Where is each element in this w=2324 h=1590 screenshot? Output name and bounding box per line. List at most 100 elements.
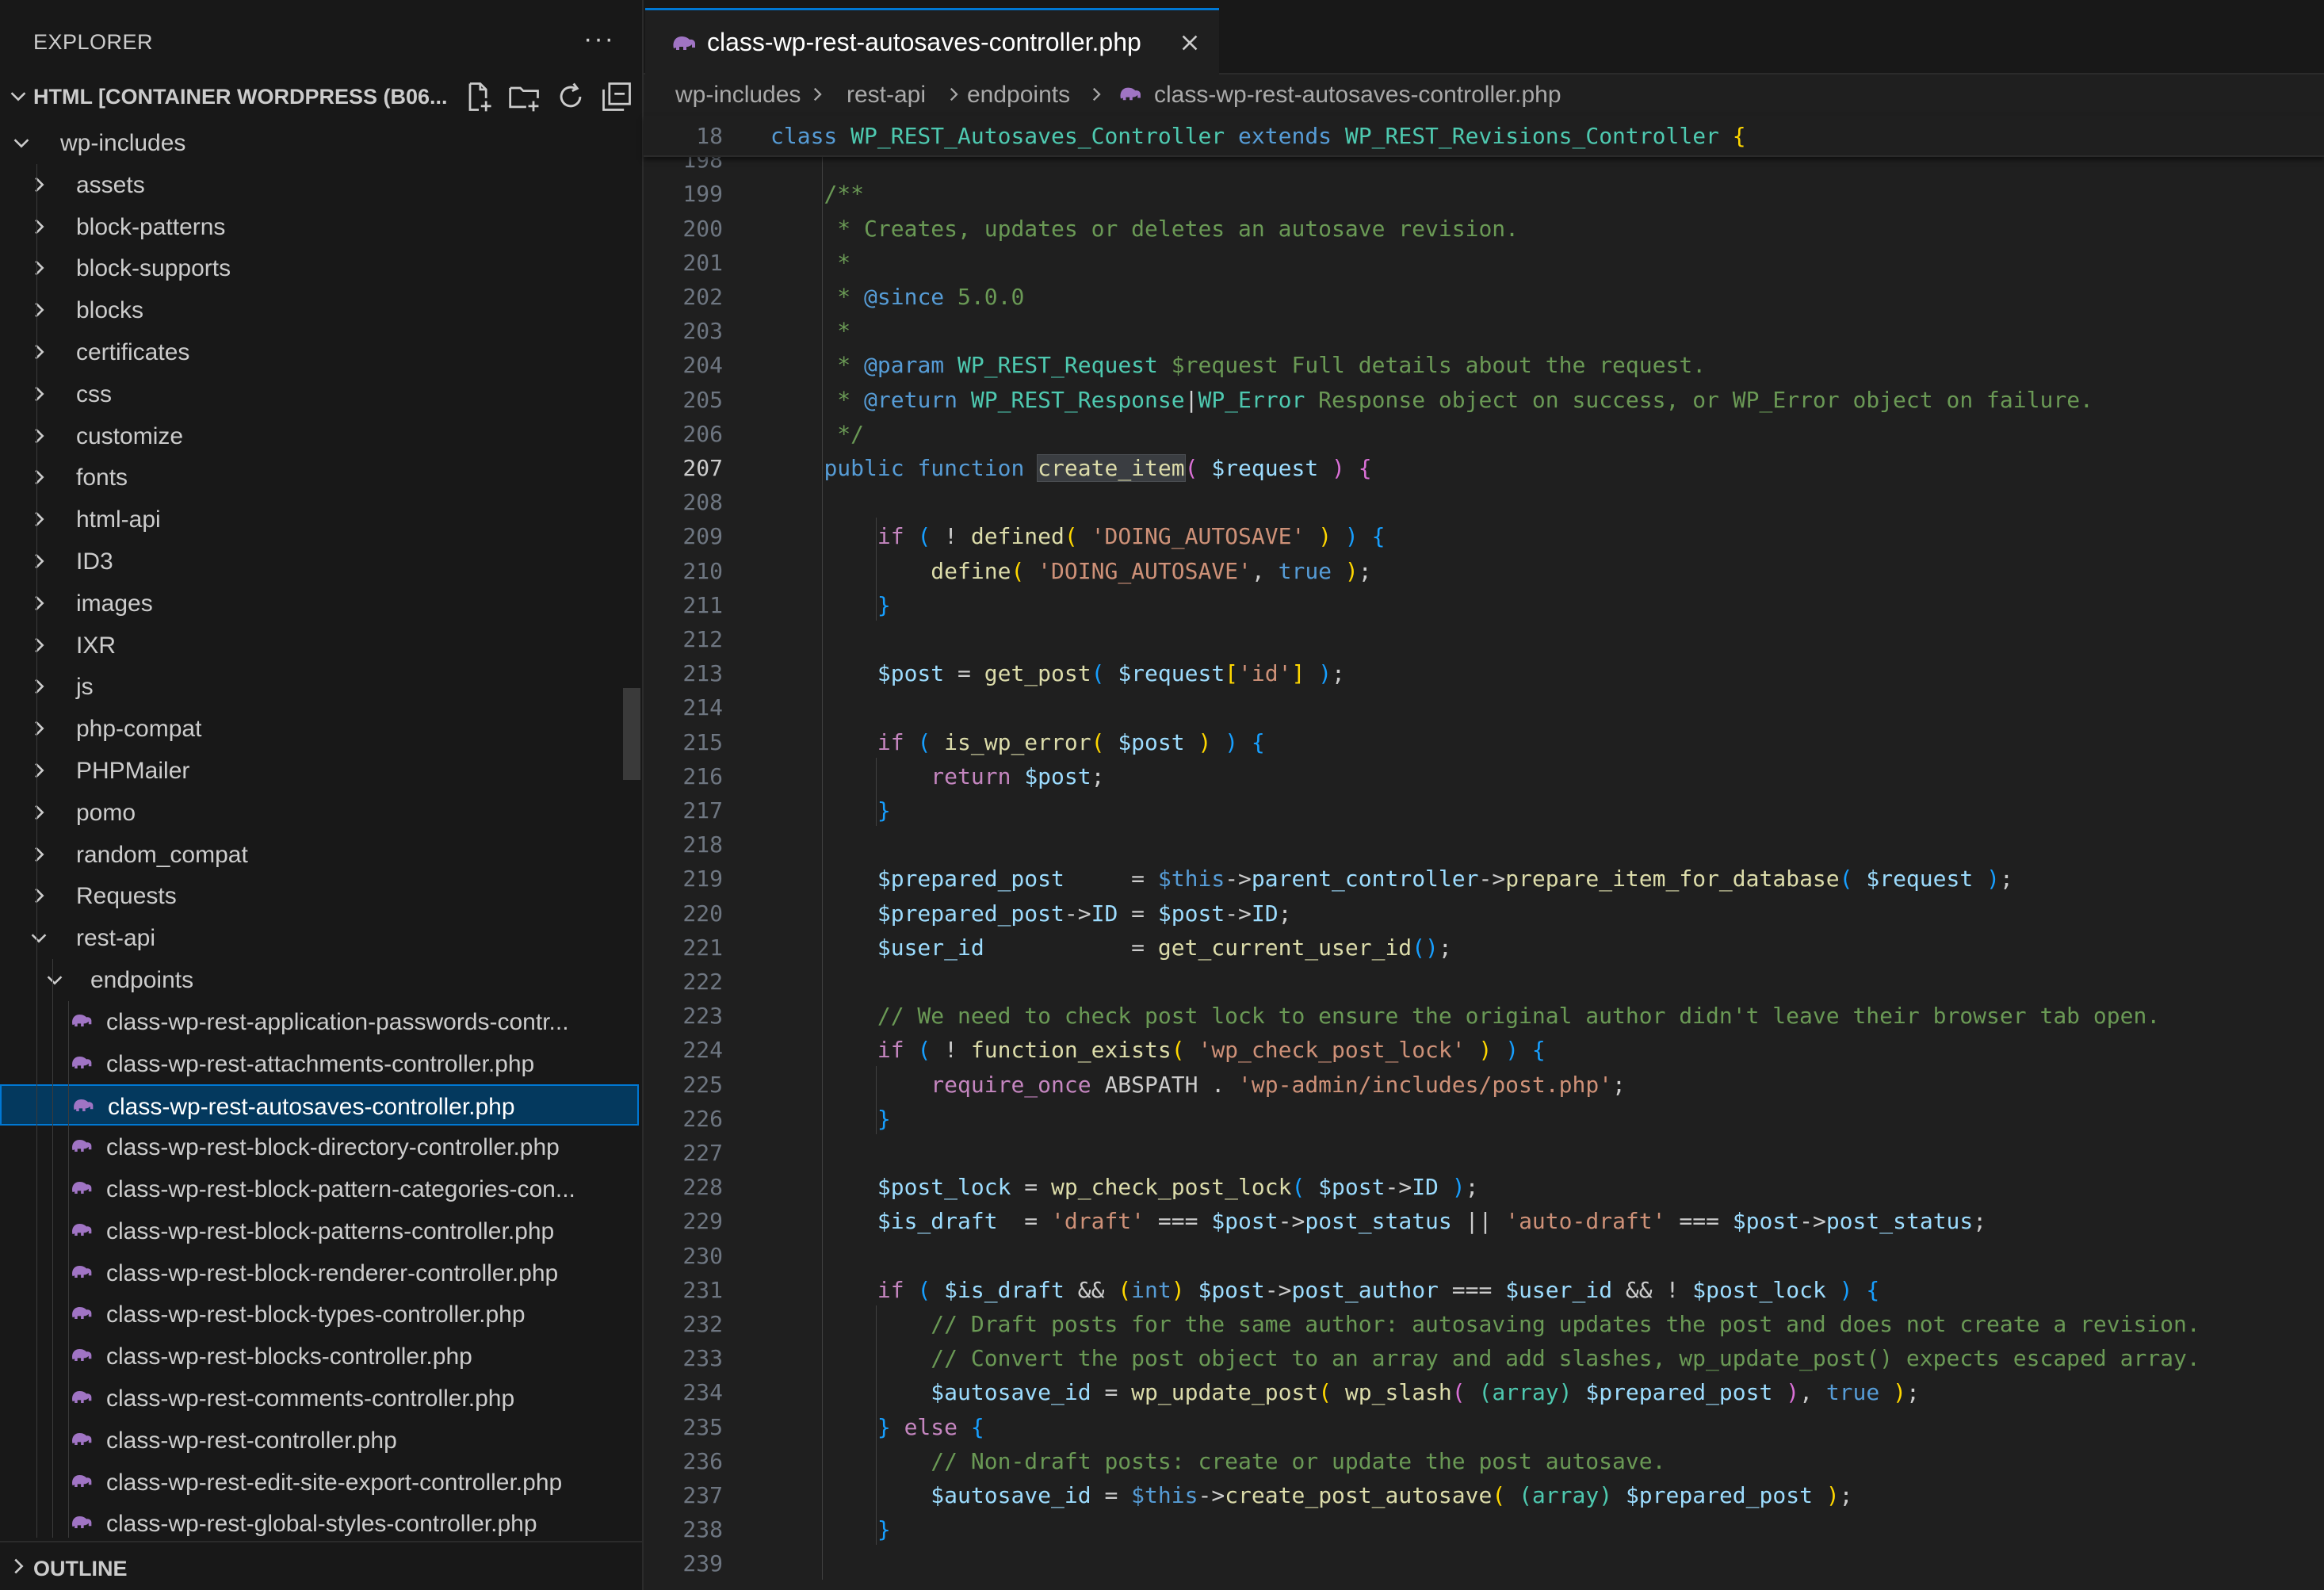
- code-line[interactable]: 212: [644, 621, 2324, 655]
- tree-file[interactable]: class-wp-rest-comments-controller.php: [0, 1378, 639, 1419]
- code-line[interactable]: 213 $post = get_post( $request['id'] );: [644, 655, 2324, 689]
- code-line[interactable]: 200 * Creates, updates or deletes an aut…: [644, 210, 2324, 244]
- collapse-all-icon[interactable]: [599, 79, 634, 114]
- tree-folder[interactable]: ID3: [0, 541, 639, 582]
- breadcrumb-file[interactable]: class-wp-rest-autosaves-controller.php: [1154, 82, 1561, 109]
- tree-folder[interactable]: php-compat: [0, 708, 639, 749]
- code-text: $prepared_post->ID = $post->ID;: [770, 900, 1292, 927]
- code-line[interactable]: 209 if ( ! defined( 'DOING_AUTOSAVE' ) )…: [644, 518, 2324, 552]
- code-line[interactable]: 238 }: [644, 1511, 2324, 1545]
- code-line[interactable]: 239: [644, 1545, 2324, 1579]
- code-line[interactable]: 218: [644, 826, 2324, 860]
- code-line[interactable]: 216 return $post;: [644, 758, 2324, 792]
- code-line[interactable]: 227: [644, 1134, 2324, 1168]
- tree-scrollbar-thumb[interactable]: [623, 688, 640, 780]
- more-actions-icon[interactable]: ···: [583, 24, 615, 55]
- close-icon[interactable]: [1178, 31, 1202, 55]
- tree-folder[interactable]: Requests: [0, 875, 639, 916]
- tree-folder[interactable]: block-patterns: [0, 206, 639, 247]
- code-line[interactable]: 203 *: [644, 312, 2324, 346]
- line-number: 230: [682, 1242, 723, 1269]
- code-line[interactable]: 235 } else {: [644, 1408, 2324, 1443]
- code-line[interactable]: 237 $autosave_id = $this->create_post_au…: [644, 1477, 2324, 1511]
- breadcrumb-wp-includes[interactable]: wp-includes: [675, 82, 801, 109]
- code-text: $autosave_id = $this->create_post_autosa…: [770, 1482, 1852, 1508]
- tree-folder[interactable]: endpoints: [0, 959, 639, 1000]
- outline-section-header[interactable]: OUTLINE: [0, 1541, 642, 1590]
- breadcrumb-rest-api[interactable]: rest-api: [847, 82, 926, 109]
- code-line[interactable]: 208: [644, 483, 2324, 518]
- code-line[interactable]: 230: [644, 1237, 2324, 1271]
- tree-folder[interactable]: pomo: [0, 792, 639, 833]
- tree-file[interactable]: class-wp-rest-autosaves-controller.php: [0, 1084, 639, 1126]
- tree-folder[interactable]: customize: [0, 415, 639, 457]
- code-line[interactable]: 219 $prepared_post = $this->parent_contr…: [644, 860, 2324, 894]
- tree-folder[interactable]: css: [0, 373, 639, 415]
- tree-file[interactable]: class-wp-rest-global-styles-controller.p…: [0, 1503, 639, 1538]
- code-line[interactable]: 199 /**: [644, 175, 2324, 209]
- tree-file[interactable]: class-wp-rest-attachments-controller.php: [0, 1043, 639, 1084]
- tree-folder[interactable]: assets: [0, 164, 639, 205]
- code-line[interactable]: 210 define( 'DOING_AUTOSAVE', true );: [644, 552, 2324, 587]
- code-line[interactable]: 206 */: [644, 415, 2324, 449]
- code-line[interactable]: 204 * @param WP_REST_Request $request Fu…: [644, 346, 2324, 380]
- code-line[interactable]: 220 $prepared_post->ID = $post->ID;: [644, 895, 2324, 929]
- tree-file[interactable]: class-wp-rest-block-patterns-controller.…: [0, 1210, 639, 1252]
- code-editor[interactable]: 197 }198199 /**200 * Creates, updates or…: [644, 116, 2324, 1590]
- code-line[interactable]: 201 *: [644, 244, 2324, 278]
- code-line[interactable]: 211 }: [644, 587, 2324, 621]
- tree-folder[interactable]: wp-includes: [0, 122, 639, 163]
- code-line[interactable]: 222: [644, 963, 2324, 997]
- code-line[interactable]: 232 // Draft posts for the same author: …: [644, 1305, 2324, 1340]
- code-line[interactable]: 231 if ( $is_draft && (int) $post->post_…: [644, 1271, 2324, 1305]
- tree-folder[interactable]: random_compat: [0, 834, 639, 875]
- tree-file[interactable]: class-wp-rest-controller.php: [0, 1420, 639, 1461]
- tab-autosaves-controller[interactable]: class-wp-rest-autosaves-controller.php: [645, 8, 1219, 75]
- new-file-icon[interactable]: [461, 79, 496, 114]
- tree-folder[interactable]: images: [0, 583, 639, 624]
- tree-folder[interactable]: fonts: [0, 457, 639, 498]
- tree-file[interactable]: class-wp-rest-block-types-controller.php: [0, 1294, 639, 1335]
- tree-folder[interactable]: block-supports: [0, 247, 639, 289]
- code-token: =: [1064, 866, 1158, 892]
- workspace-section-header[interactable]: HTML [CONTAINER WORDPRESS (B06...: [0, 76, 642, 117]
- tree-file[interactable]: class-wp-rest-block-pattern-categories-c…: [0, 1168, 639, 1210]
- refresh-icon[interactable]: [553, 79, 588, 114]
- tree-file[interactable]: class-wp-rest-block-directory-controller…: [0, 1126, 639, 1168]
- tree-file[interactable]: class-wp-rest-block-renderer-controller.…: [0, 1252, 639, 1294]
- tree-file[interactable]: class-wp-rest-edit-site-export-controlle…: [0, 1462, 639, 1503]
- tree-folder[interactable]: certificates: [0, 331, 639, 373]
- code-line[interactable]: 234 $autosave_id = wp_update_post( wp_sl…: [644, 1374, 2324, 1408]
- tree-folder[interactable]: rest-api: [0, 917, 639, 958]
- tree-folder[interactable]: html-api: [0, 499, 639, 540]
- code-line[interactable]: 228 $post_lock = wp_check_post_lock( $po…: [644, 1168, 2324, 1202]
- code-line[interactable]: 221 $user_id = get_current_user_id();: [644, 929, 2324, 963]
- code-line[interactable]: 214: [644, 689, 2324, 723]
- code-line[interactable]: 233 // Convert the post object to an arr…: [644, 1340, 2324, 1374]
- tree-file[interactable]: class-wp-rest-application-passwords-cont…: [0, 1001, 639, 1042]
- code-line[interactable]: 225 require_once ABSPATH . 'wp-admin/inc…: [644, 1066, 2324, 1100]
- code-line[interactable]: 229 $is_draft = 'draft' === $post->post_…: [644, 1202, 2324, 1236]
- code-line[interactable]: 236 // Non-draft posts: create or update…: [644, 1443, 2324, 1477]
- code-line[interactable]: 215 if ( is_wp_error( $post ) ) {: [644, 724, 2324, 758]
- tree-folder[interactable]: blocks: [0, 289, 639, 331]
- tree-folder[interactable]: js: [0, 666, 639, 707]
- code-line[interactable]: 202 * @since 5.0.0: [644, 278, 2324, 312]
- tree-file[interactable]: class-wp-rest-blocks-controller.php: [0, 1336, 639, 1377]
- code-line[interactable]: 224 if ( ! function_exists( 'wp_check_po…: [644, 1031, 2324, 1065]
- code-line[interactable]: 226 }: [644, 1100, 2324, 1134]
- code-line[interactable]: 223 // We need to check post lock to ens…: [644, 997, 2324, 1031]
- sticky-scroll-class-header[interactable]: 18 class WP_REST_Autosaves_Controller ex…: [644, 116, 2324, 157]
- tree-folder[interactable]: IXR: [0, 625, 639, 666]
- code-token: (: [1492, 1482, 1506, 1508]
- new-folder-icon[interactable]: [507, 79, 542, 114]
- tree-folder[interactable]: PHPMailer: [0, 750, 639, 791]
- line-number: 219: [682, 866, 723, 892]
- code-line[interactable]: 217 }: [644, 792, 2324, 826]
- code-line[interactable]: 205 * @return WP_REST_Response|WP_Error …: [644, 381, 2324, 415]
- breadcrumb-endpoints[interactable]: endpoints: [967, 82, 1070, 109]
- code-line[interactable]: 207 public function create_item( $reques…: [644, 449, 2324, 483]
